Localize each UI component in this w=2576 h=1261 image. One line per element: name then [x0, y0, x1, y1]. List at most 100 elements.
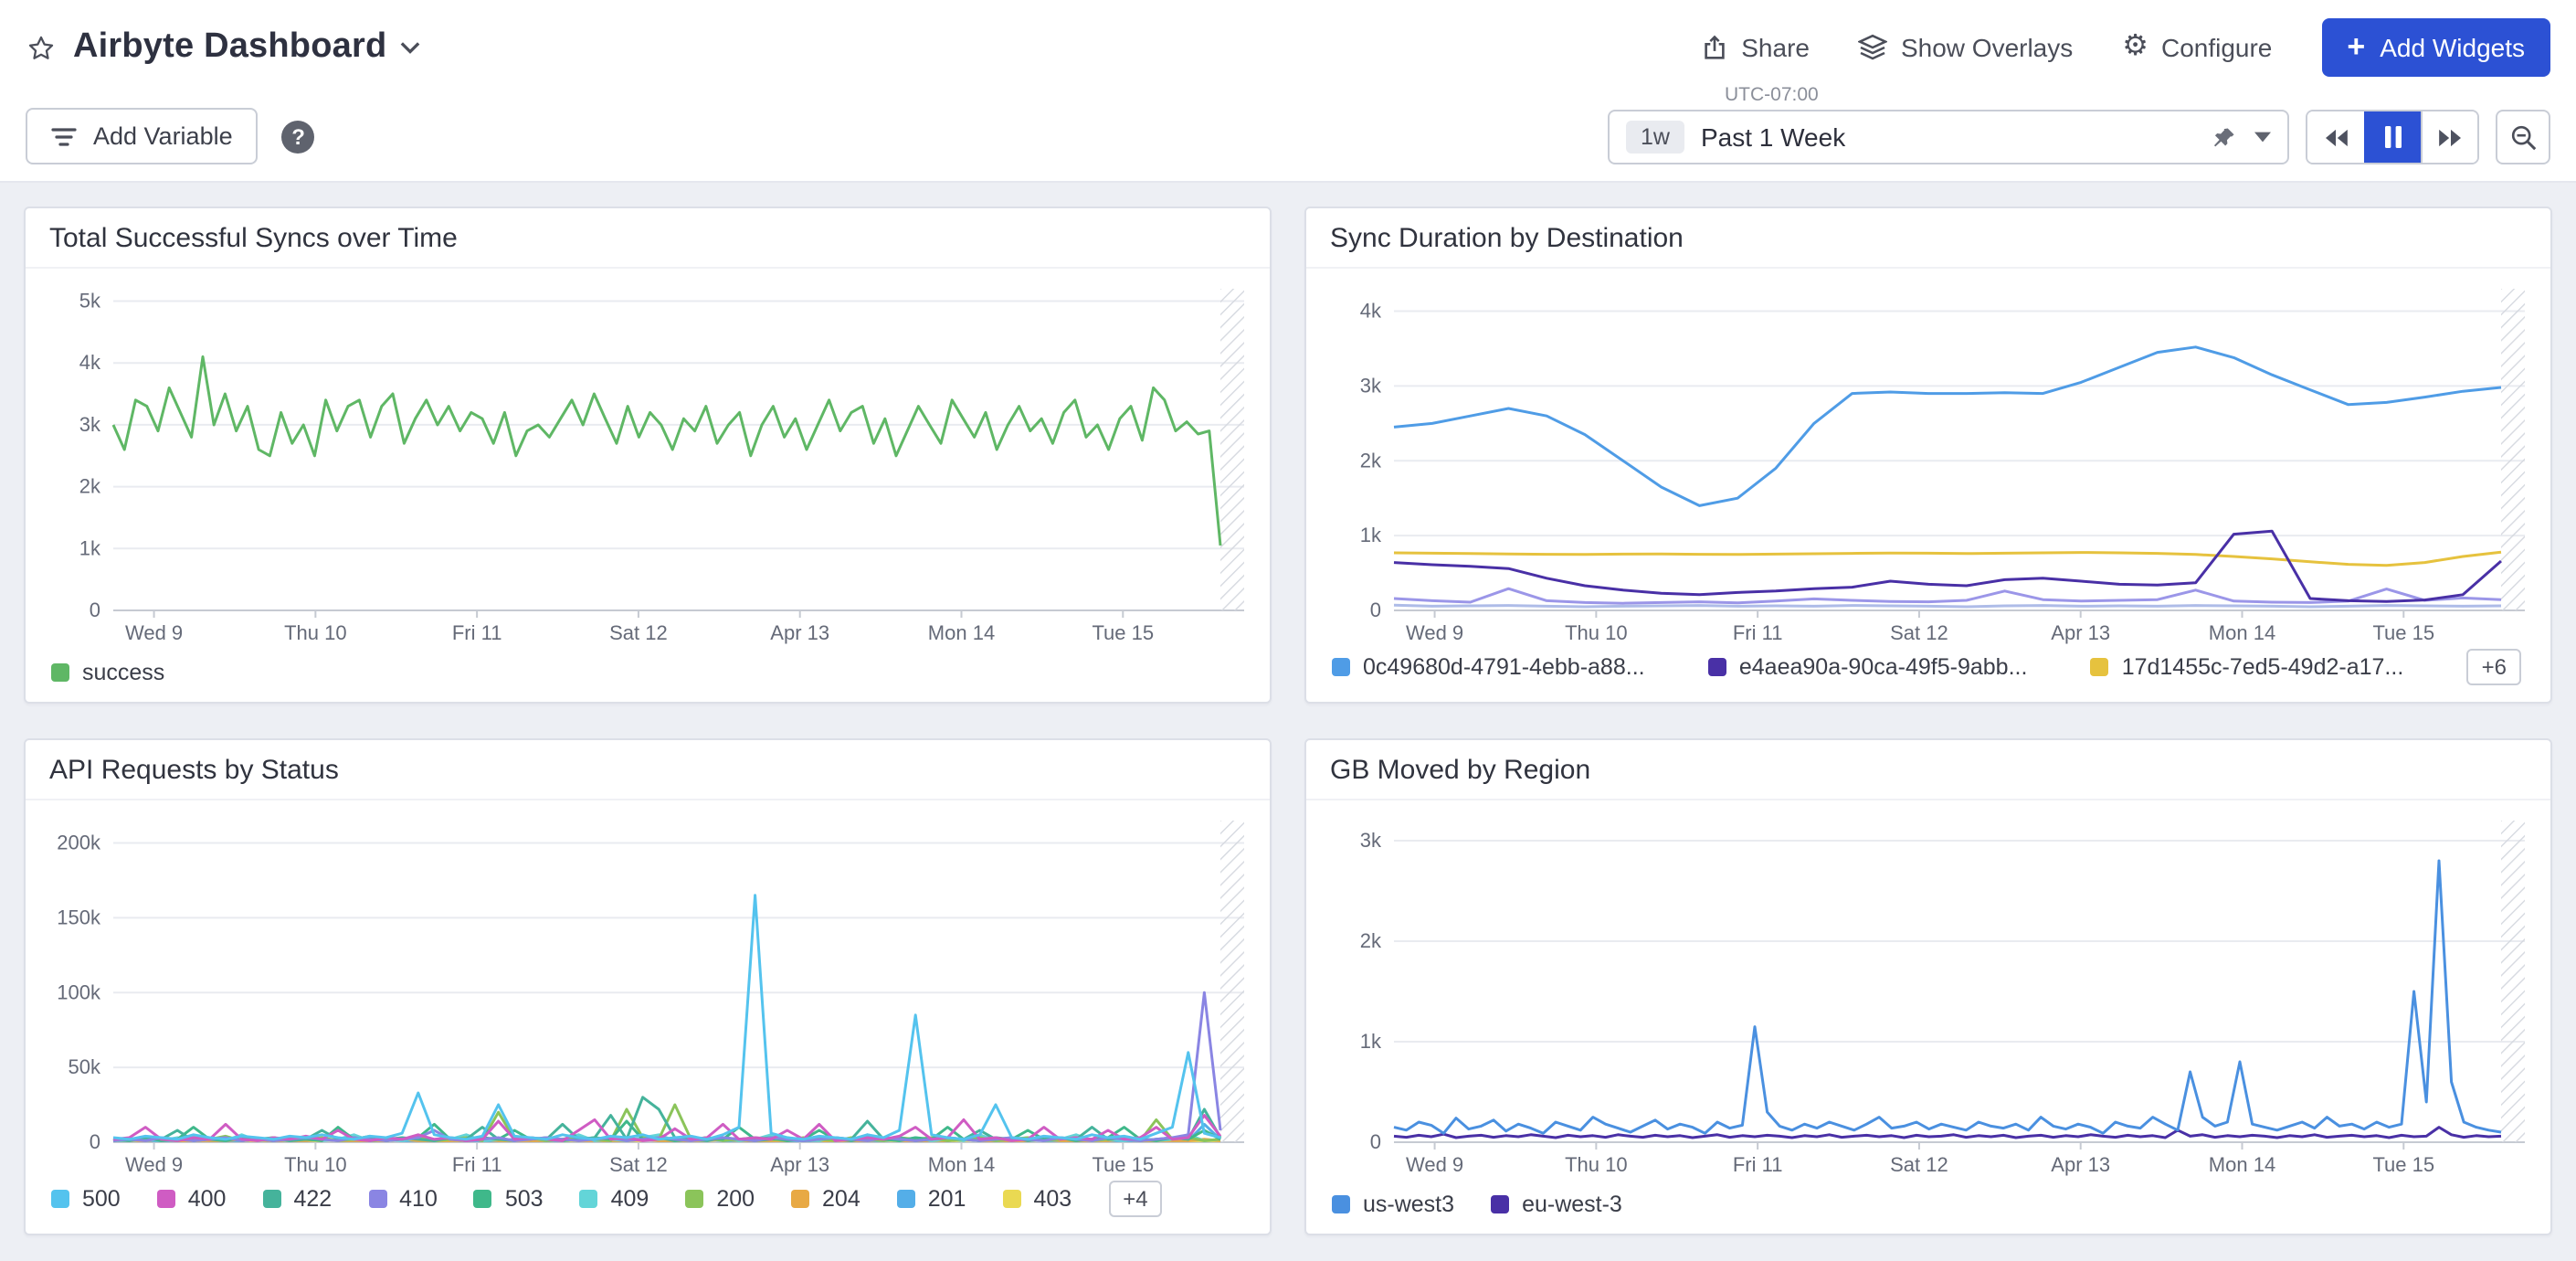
- widget-title: API Requests by Status: [26, 740, 1270, 800]
- legend-item[interactable]: 200: [685, 1186, 755, 1212]
- pin-icon[interactable]: [2212, 125, 2236, 149]
- svg-text:Wed 9: Wed 9: [1406, 1153, 1463, 1176]
- chart-canvas[interactable]: 050k100k150k200kWed 9Thu 10Fri 11Sat 12A…: [33, 806, 1259, 1171]
- legend-swatch: [791, 1190, 809, 1208]
- title-chevron-down-icon[interactable]: [399, 40, 419, 55]
- legend-label: 400: [188, 1186, 227, 1212]
- legend-item[interactable]: 400: [157, 1186, 227, 1212]
- legend-item[interactable]: e4aea90a-90ca-49f5-9abb...: [1708, 654, 2028, 680]
- legend-item[interactable]: 204: [791, 1186, 860, 1212]
- time-backward-button[interactable]: [2307, 111, 2364, 163]
- svg-text:3k: 3k: [1360, 374, 1382, 397]
- legend-label: 503: [505, 1186, 544, 1212]
- time-range-selector[interactable]: 1w Past 1 Week: [1608, 110, 2289, 164]
- time-controls: UTC-07:00 1w Past 1 Week: [1608, 84, 2550, 164]
- range-shortcut-badge[interactable]: 1w: [1626, 121, 1684, 154]
- legend-swatch: [1491, 1195, 1509, 1213]
- legend-label: 422: [293, 1186, 332, 1212]
- legend-item[interactable]: 503: [474, 1186, 544, 1212]
- configure-button[interactable]: ⚙ Configure: [2122, 33, 2272, 62]
- legend-item[interactable]: success: [51, 660, 164, 685]
- svg-text:Mon 14: Mon 14: [2209, 621, 2275, 644]
- svg-text:Fri 11: Fri 11: [452, 621, 502, 644]
- widget-api-requests-by-status: API Requests by Status 050k100k150k200kW…: [24, 738, 1272, 1235]
- gear-icon: ⚙: [2122, 33, 2148, 62]
- pause-button[interactable]: [2364, 111, 2421, 163]
- add-widgets-label: Add Widgets: [2380, 33, 2525, 62]
- legend-swatch: [474, 1190, 492, 1208]
- svg-text:200k: 200k: [57, 832, 101, 854]
- svg-text:Sat 12: Sat 12: [609, 621, 668, 644]
- legend-item[interactable]: 17d1455c-7ed5-49d2-a17...: [2091, 654, 2404, 680]
- favorite-star-icon[interactable]: [26, 32, 57, 63]
- legend-swatch: [262, 1190, 280, 1208]
- legend-item[interactable]: 201: [897, 1186, 966, 1212]
- legend-swatch: [368, 1190, 386, 1208]
- legend-item[interactable]: 409: [580, 1186, 649, 1212]
- share-label: Share: [1741, 33, 1810, 62]
- legend-more-badge[interactable]: +4: [1108, 1181, 1162, 1217]
- timebox-icons: [2212, 125, 2271, 149]
- svg-text:Tue 15: Tue 15: [2372, 1153, 2434, 1176]
- svg-text:Tue 15: Tue 15: [1092, 621, 1154, 644]
- legend-swatch: [51, 1190, 69, 1208]
- legend-swatch: [897, 1190, 915, 1208]
- svg-text:Mon 14: Mon 14: [928, 621, 995, 644]
- legend-label: 403: [1033, 1186, 1072, 1212]
- legend-swatch: [580, 1190, 598, 1208]
- configure-label: Configure: [2161, 33, 2272, 62]
- svg-text:2k: 2k: [1360, 929, 1382, 952]
- svg-text:1k: 1k: [1360, 1030, 1382, 1053]
- chart-canvas[interactable]: 01k2k3k4k5kWed 9Thu 10Fri 11Sat 12Apr 13…: [33, 274, 1259, 651]
- widget-title: Sync Duration by Destination: [1306, 208, 2550, 269]
- widgets-grid: Total Successful Syncs over Time 0 1k 2k 3k…: [0, 183, 2576, 1261]
- share-button[interactable]: Share: [1701, 33, 1810, 62]
- legend-swatch: [1332, 658, 1350, 676]
- legend-label: 410: [399, 1186, 438, 1212]
- legend-label: 204: [822, 1186, 860, 1212]
- svg-text:Apr 13: Apr 13: [770, 621, 829, 644]
- legend-swatch: [2091, 658, 2109, 676]
- pause-icon: [2384, 126, 2402, 148]
- time-forward-button[interactable]: [2421, 111, 2477, 163]
- svg-text:Apr 13: Apr 13: [770, 1153, 829, 1176]
- svg-text:1k: 1k: [1360, 524, 1382, 546]
- dashboard-title[interactable]: Airbyte Dashboard: [73, 27, 386, 68]
- svg-text:2k: 2k: [1360, 449, 1382, 472]
- legend-item[interactable]: 422: [262, 1186, 332, 1212]
- svg-text:0: 0: [1370, 1130, 1381, 1153]
- svg-text:Mon 14: Mon 14: [928, 1153, 995, 1176]
- svg-text:Mon 14: Mon 14: [2209, 1153, 2275, 1176]
- widget-title: Total Successful Syncs over Time: [26, 208, 1270, 269]
- legend-label: 201: [928, 1186, 966, 1212]
- help-icon[interactable]: ?: [282, 121, 315, 154]
- legend-label: 500: [82, 1186, 121, 1212]
- legend-swatch: [1332, 1195, 1350, 1213]
- legend-item[interactable]: us-west3: [1332, 1192, 1454, 1217]
- widget-total-successful-syncs: Total Successful Syncs over Time 01k2k3k…: [24, 207, 1272, 704]
- legend-item[interactable]: 500: [51, 1186, 121, 1212]
- svg-text:Tue 15: Tue 15: [2372, 621, 2434, 644]
- legend-item[interactable]: 0c49680d-4791-4ebb-a88...: [1332, 654, 1645, 680]
- legend-item[interactable]: eu-west-3: [1491, 1192, 1622, 1217]
- show-overlays-button[interactable]: Show Overlays: [1859, 33, 2073, 62]
- widget-title: GB Moved by Region: [1306, 740, 2550, 800]
- legend-item[interactable]: 410: [368, 1186, 438, 1212]
- svg-text:Sat 12: Sat 12: [609, 1153, 668, 1176]
- legend-swatch: [51, 663, 69, 682]
- svg-text:Sat 12: Sat 12: [1890, 621, 1948, 644]
- legend-label: 409: [611, 1186, 649, 1212]
- svg-text:Tue 15: Tue 15: [1092, 1153, 1154, 1176]
- add-variable-button[interactable]: Add Variable: [26, 108, 259, 164]
- chart-canvas[interactable]: 01k2k3kWed 9Thu 10Fri 11Sat 12Apr 13Mon …: [1314, 806, 2539, 1182]
- svg-text:150k: 150k: [57, 906, 101, 928]
- legend-label: 17d1455c-7ed5-49d2-a17...: [2122, 654, 2404, 680]
- chart-canvas[interactable]: 01k2k3k4kWed 9Thu 10Fri 11Sat 12Apr 13Mo…: [1314, 274, 2539, 640]
- legend-item[interactable]: 403: [1002, 1186, 1072, 1212]
- svg-text:Fri 11: Fri 11: [1733, 621, 1783, 644]
- legend-more-badge[interactable]: +6: [2467, 649, 2521, 685]
- add-widgets-button[interactable]: + Add Widgets: [2321, 18, 2550, 77]
- filter-icon: [51, 125, 77, 147]
- caret-down-icon[interactable]: [2254, 132, 2271, 143]
- zoom-out-button[interactable]: [2496, 110, 2550, 164]
